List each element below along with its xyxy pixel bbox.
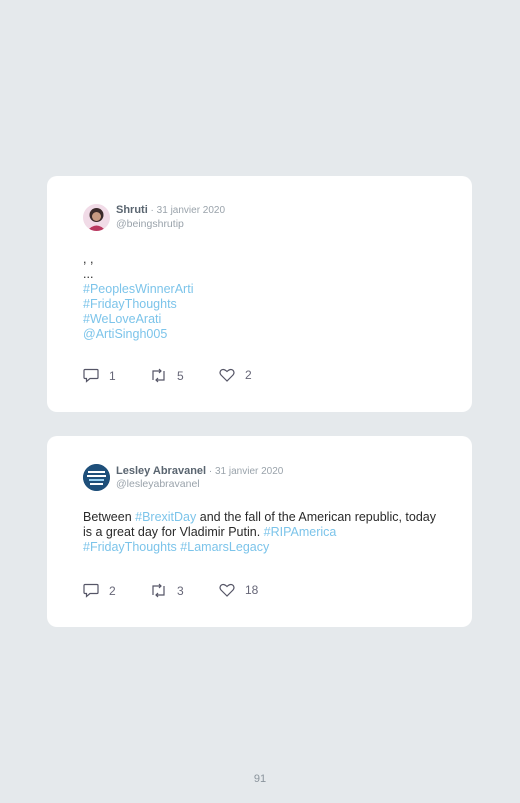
dot-separator: · (206, 466, 215, 477)
tweet-text: , , ... #PeoplesWinnerArti #FridayThough… (83, 252, 436, 342)
like-icon (219, 583, 235, 597)
author-line: Shruti · 31 janvier 2020 (116, 204, 225, 216)
hashtag-link[interactable]: #PeoplesWinnerArti (83, 282, 436, 297)
hashtag-link[interactable]: #RIPAmerica (264, 525, 337, 539)
retweet-button[interactable]: 3 (150, 583, 184, 598)
like-icon (219, 368, 235, 382)
avatar[interactable] (83, 464, 110, 491)
reply-button[interactable]: 1 (83, 368, 116, 383)
reply-icon (83, 368, 99, 383)
reply-button[interactable]: 2 (83, 583, 116, 598)
avatar[interactable] (83, 204, 110, 231)
mention-link[interactable]: @ArtiSingh005 (83, 327, 436, 342)
page-number: 91 (253, 773, 267, 785)
like-button[interactable]: 18 (219, 583, 258, 597)
retweet-icon (152, 583, 165, 598)
tweet-card-1: Shruti · 31 janvier 2020 @beingshrutip ,… (47, 176, 472, 412)
reply-icon (83, 583, 99, 598)
like-count: 2 (245, 368, 252, 382)
text-line: , , (83, 252, 94, 266)
hashtag-link[interactable]: #FridayThoughts (83, 297, 436, 312)
hashtag-link[interactable]: #WeLoveArati (83, 312, 436, 327)
tweet-text: Between #BrexitDay and the fall of the A… (83, 510, 436, 555)
text-line: ... (83, 267, 94, 281)
hashtag-link[interactable]: #LamarsLegacy (180, 540, 269, 554)
reply-count: 1 (109, 368, 116, 383)
retweet-button[interactable]: 5 (150, 368, 184, 383)
author-name[interactable]: Lesley Abravanel (116, 465, 206, 477)
dot-separator: · (147, 205, 157, 216)
author-name[interactable]: Shruti (116, 204, 148, 216)
hashtag-link[interactable]: #BrexitDay (135, 510, 196, 524)
like-count: 18 (245, 583, 259, 597)
author-handle[interactable]: @lesleyabravanel (116, 478, 200, 490)
text-segment: Between (83, 510, 136, 524)
retweet-icon (152, 368, 165, 383)
retweet-count: 5 (177, 368, 184, 383)
author-handle[interactable]: @beingshrutip (116, 218, 184, 230)
retweet-count: 3 (177, 583, 184, 598)
hashtag-link[interactable]: #FridayThoughts (83, 540, 177, 554)
tweet-date[interactable]: 31 janvier 2020 (215, 466, 283, 477)
tweet-date[interactable]: 31 janvier 2020 (157, 205, 225, 216)
like-button[interactable]: 2 (219, 368, 252, 382)
author-line: Lesley Abravanel · 31 janvier 2020 (116, 465, 283, 477)
tweet-card-2: Lesley Abravanel · 31 janvier 2020 @lesl… (47, 436, 472, 627)
reply-count: 2 (109, 583, 116, 598)
